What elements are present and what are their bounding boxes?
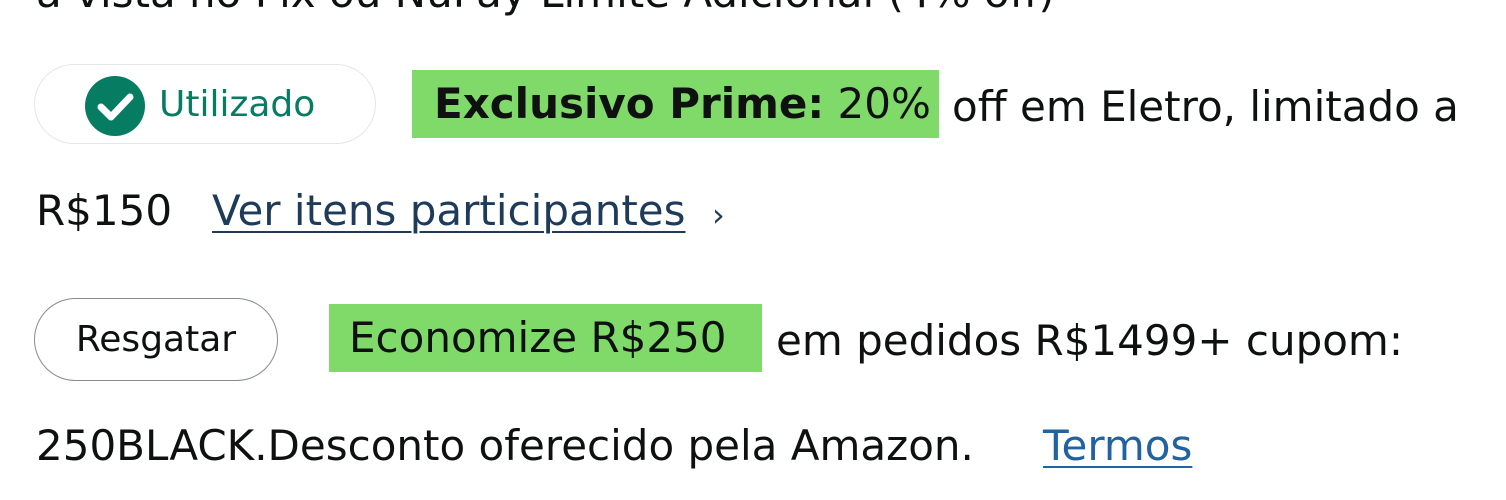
- chevron-right-icon[interactable]: ›: [712, 196, 725, 234]
- coupon-offer-highlight: Economize R$250: [329, 304, 762, 372]
- prime-offer-description: off em Eletro, limitado a: [952, 82, 1459, 131]
- check-circle-icon: [85, 76, 145, 136]
- coupon-code-text: 250BLACK.Desconto oferecido pela Amazon.: [36, 421, 974, 470]
- used-status-badge: Utilizado: [34, 64, 376, 144]
- terms-link[interactable]: Termos: [1043, 421, 1192, 470]
- prime-offer-limit: R$150: [36, 186, 173, 235]
- used-status-label: Utilizado: [159, 84, 316, 125]
- coupon-offer-description: em pedidos R$1499+ cupom:: [776, 316, 1403, 365]
- prime-offer-value: 20%: [824, 79, 931, 128]
- prime-offer-highlight: Exclusivo Prime: 20%: [412, 70, 939, 138]
- payment-offer-text: à vista no Pix ou NuPay Limite Adicional…: [36, 0, 1055, 14]
- redeem-coupon-button[interactable]: Resgatar: [34, 298, 278, 381]
- promotions-panel: à vista no Pix ou NuPay Limite Adicional…: [0, 0, 1506, 500]
- prime-offer-title: Exclusivo Prime:: [434, 79, 825, 128]
- see-participating-items-link[interactable]: Ver itens participantes: [212, 186, 686, 235]
